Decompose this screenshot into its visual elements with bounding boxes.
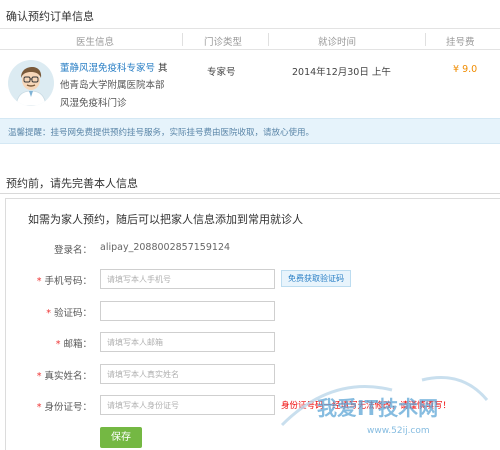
email-label-text: 邮箱： — [63, 339, 92, 350]
idcard-label: * 身份证号： — [0, 399, 92, 413]
doctor-avatar — [8, 60, 54, 106]
doctor-department: 风湿免疫科门诊 — [60, 98, 127, 109]
get-code-button[interactable]: 免费获取验证码 — [281, 270, 351, 287]
doctor-hospital: 青岛大学附属医院本部 — [69, 80, 165, 91]
required-mark: * — [36, 371, 42, 382]
fee-value: ¥ 9.0 — [453, 64, 478, 75]
required-mark: * — [36, 276, 42, 287]
login-value: alipay_2088002857159124 — [100, 242, 231, 253]
order-section-title: 确认预约订单信息 — [6, 10, 94, 23]
idcard-label-text: 身份证号： — [44, 402, 92, 413]
email-input[interactable] — [100, 332, 275, 352]
divider — [268, 33, 269, 46]
code-input[interactable] — [100, 301, 275, 321]
doctor-name: 董静风湿免疫科专家号 其 — [60, 62, 172, 75]
col-doctor: 医生信息 — [76, 37, 115, 48]
divider — [425, 33, 426, 46]
code-label-text: 验证码： — [53, 308, 92, 319]
email-label: * 邮箱： — [0, 336, 92, 350]
doctor-name-link[interactable]: 董静风湿免疫科专家号 — [60, 63, 155, 74]
section-divider — [0, 193, 500, 194]
col-clinic-type: 门诊类型 — [204, 37, 243, 48]
phone-label: * 手机号码： — [0, 273, 92, 287]
watermark-text: 我爱IT技术网 — [317, 396, 438, 420]
doctor-name-suffix: 其 — [158, 63, 168, 74]
watermark-url: www.52ij.com — [367, 426, 430, 436]
doctor-affiliation-prefix: 他 — [60, 80, 70, 91]
phone-label-text: 手机号码： — [44, 276, 92, 287]
required-mark: * — [46, 308, 51, 319]
code-label: * 验证码： — [0, 305, 92, 319]
family-hint: 如需为家人预约，随后可以把家人信息添加到常用就诊人 — [28, 213, 303, 226]
required-mark: * — [36, 402, 42, 413]
realname-label-text: 真实姓名： — [44, 371, 92, 382]
visit-time-value: 2014年12月30日 上午 — [292, 67, 391, 78]
realname-input[interactable] — [100, 364, 275, 384]
clinic-type-value: 专家号 — [207, 67, 236, 78]
login-label: 登录名： — [53, 245, 92, 256]
notice-banner: 温馨提醒：挂号网免费提供预约挂号服务，实际挂号费由医院收取，请放心使用。 — [0, 118, 500, 144]
divider — [182, 33, 183, 46]
doctor-affiliation: 他青岛大学附属医院本部 — [60, 77, 165, 91]
doctor-avatar-icon — [8, 60, 54, 106]
realname-label: * 真实姓名： — [0, 368, 92, 382]
col-visit-time: 就诊时间 — [318, 37, 357, 48]
idcard-input[interactable] — [100, 395, 275, 415]
order-table-header: 医生信息 门诊类型 就诊时间 挂号费 — [0, 28, 500, 50]
required-mark: * — [55, 339, 61, 350]
patient-section-title: 预约前，请先完善本人信息 — [6, 177, 138, 190]
watermark-logo: 我爱IT技术网 www.52ij.com — [280, 376, 489, 436]
col-fee: 挂号费 — [446, 37, 475, 48]
save-button[interactable]: 保存 — [100, 427, 142, 448]
phone-input[interactable] — [100, 269, 275, 289]
